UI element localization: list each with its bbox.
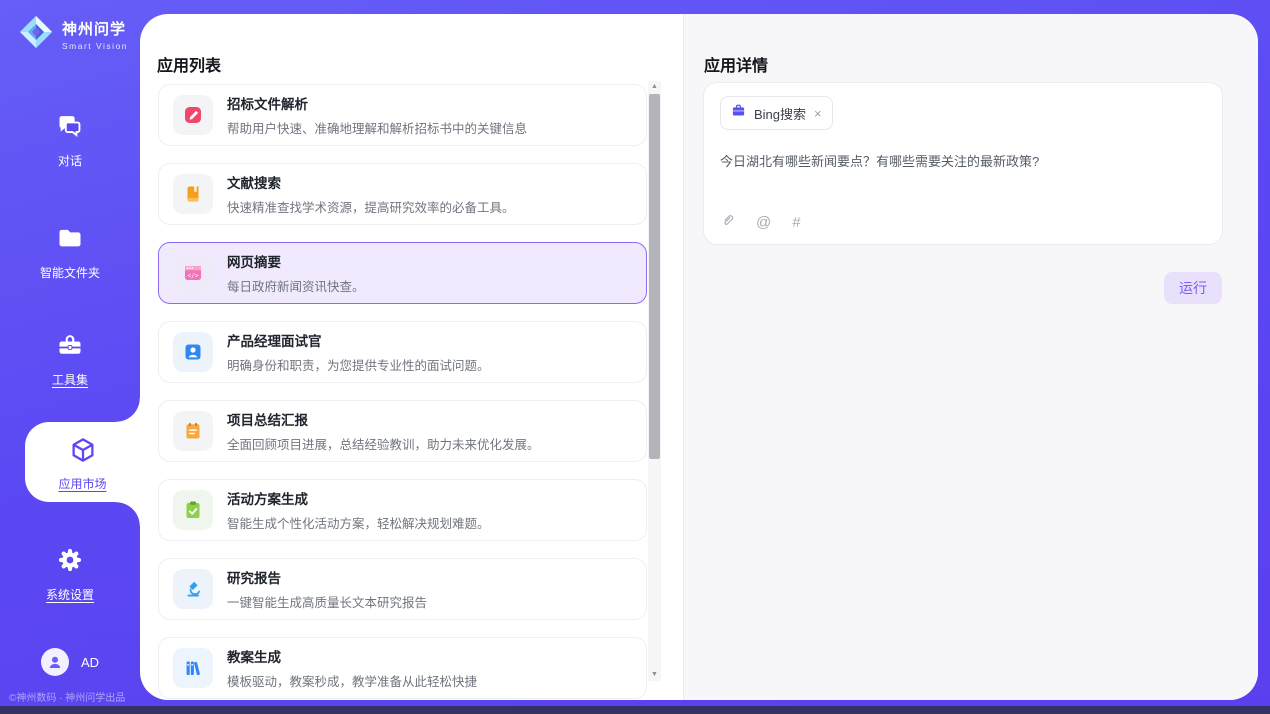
sidebar-item-label: 应用市场 xyxy=(58,475,106,492)
app-card-bid-analysis[interactable]: 招标文件解析 帮助用户快速、准确地理解和解析招标书中的关键信息 xyxy=(158,84,647,146)
user-account[interactable]: AD xyxy=(0,648,140,676)
folder-icon xyxy=(56,224,84,257)
app-card-pm-interviewer[interactable]: 产品经理面试官 明确身份和职责，为您提供专业性的面试问题。 xyxy=(158,321,647,383)
briefcase-icon xyxy=(731,103,746,123)
app-desc: 快速精准查找学术资源，提高研究效率的必备工具。 xyxy=(227,197,515,216)
user-initials: AD xyxy=(81,655,99,670)
app-card-research-report[interactable]: 研究报告 一键智能生成高质量长文本研究报告 xyxy=(158,558,647,620)
diamond-logo-icon xyxy=(18,14,54,55)
sidebar-item-label: 智能文件夹 xyxy=(40,264,100,281)
app-detail-title: 应用详情 xyxy=(704,52,768,76)
microscope-icon xyxy=(173,569,213,609)
mention-icon[interactable]: @ xyxy=(756,214,771,231)
paperclip-icon[interactable] xyxy=(720,212,735,233)
app-desc: 每日政府新闻资讯快查。 xyxy=(227,276,365,295)
composer-toolbar: @ # xyxy=(720,212,801,233)
app-title: 产品经理面试官 xyxy=(227,330,490,350)
main-panel: 应用列表 招标文件解析 帮助用户快速、准确地理解和解析招标书中的关键信息 xyxy=(140,14,1258,700)
scrollbar-down-icon[interactable]: ▼ xyxy=(648,669,661,681)
hash-icon[interactable]: # xyxy=(792,214,800,231)
app-desc: 帮助用户快速、准确地理解和解析招标书中的关键信息 xyxy=(227,118,527,137)
edit-document-icon xyxy=(173,95,213,135)
tool-tag-label: Bing搜索 xyxy=(754,104,806,123)
sidebar-item-smart-folder[interactable]: 智能文件夹 xyxy=(0,224,140,281)
app-title: 网页摘要 xyxy=(227,251,365,271)
bottom-strip xyxy=(0,706,1270,714)
scrollbar-thumb[interactable] xyxy=(649,94,660,459)
books-icon xyxy=(173,648,213,688)
sidebar-item-settings[interactable]: 系统设置 xyxy=(0,546,140,603)
app-title: 文献搜索 xyxy=(227,172,515,192)
brand-name: 神州问学 xyxy=(62,18,128,39)
prompt-composer[interactable]: Bing搜索 × 今日湖北有哪些新闻要点？有哪些需要关注的最新政策? @ # xyxy=(703,82,1223,245)
app-card-literature-search[interactable]: 文献搜索 快速精准查找学术资源，提高研究效率的必备工具。 xyxy=(158,163,647,225)
app-title: 活动方案生成 xyxy=(227,488,490,508)
app-desc: 全面回顾项目进展，总结经验教训，助力未来优化发展。 xyxy=(227,434,540,453)
app-list: 招标文件解析 帮助用户快速、准确地理解和解析招标书中的关键信息 文献搜索 xyxy=(158,84,647,699)
brand-subtitle: Smart Vision xyxy=(62,41,128,51)
run-button[interactable]: 运行 xyxy=(1164,272,1222,304)
gear-icon xyxy=(56,546,84,579)
sidebar-item-label: 系统设置 xyxy=(46,586,94,603)
app-title: 招标文件解析 xyxy=(227,93,527,113)
app-title: 项目总结汇报 xyxy=(227,409,540,429)
sidebar-item-label: 工具集 xyxy=(52,371,88,388)
interviewer-icon xyxy=(173,332,213,372)
book-icon xyxy=(173,174,213,214)
sidebar-item-chat[interactable]: 对话 xyxy=(0,112,140,169)
app-shell: 神州问学 Smart Vision 对话 智能文件夹 xyxy=(0,0,1270,714)
notepad-icon xyxy=(173,411,213,451)
tool-tag-bing-search[interactable]: Bing搜索 × xyxy=(720,96,833,130)
app-desc: 明确身份和职责，为您提供专业性的面试问题。 xyxy=(227,355,490,374)
app-title: 教案生成 xyxy=(227,646,477,666)
svg-text:</>: </> xyxy=(187,272,198,279)
clipboard-check-icon xyxy=(173,490,213,530)
copyright-footer: ©神州数码 · 神州问学出品 xyxy=(9,689,125,704)
app-card-lesson-plan[interactable]: 教案生成 模板驱动，教案秒成，教学准备从此轻松快捷 xyxy=(158,637,647,699)
brand-logo: 神州问学 Smart Vision xyxy=(18,14,128,55)
app-card-project-summary[interactable]: 项目总结汇报 全面回顾项目进展，总结经验教训，助力未来优化发展。 xyxy=(158,400,647,462)
cube-icon xyxy=(68,435,98,470)
app-card-event-plan[interactable]: 活动方案生成 智能生成个性化活动方案，轻松解决规划难题。 xyxy=(158,479,647,541)
app-desc: 一键智能生成高质量长文本研究报告 xyxy=(227,592,427,611)
chat-icon xyxy=(56,112,84,145)
toolbox-icon xyxy=(56,331,84,364)
sidebar: 神州问学 Smart Vision 对话 智能文件夹 xyxy=(0,0,140,714)
avatar[interactable] xyxy=(41,648,69,676)
app-list-title: 应用列表 xyxy=(157,52,221,76)
app-title: 研究报告 xyxy=(227,567,427,587)
app-card-web-summary-selected[interactable]: </> 网页摘要 每日政府新闻资讯快查。 xyxy=(158,242,647,304)
scrollbar-up-icon[interactable]: ▲ xyxy=(648,81,661,93)
close-icon[interactable]: × xyxy=(814,106,822,121)
app-list-section: 应用列表 招标文件解析 帮助用户快速、准确地理解和解析招标书中的关键信息 xyxy=(140,14,683,700)
sidebar-item-label: 对话 xyxy=(58,152,82,169)
app-desc: 智能生成个性化活动方案，轻松解决规划难题。 xyxy=(227,513,490,532)
app-list-scrollbar[interactable]: ▲ ▼ xyxy=(648,81,661,681)
sidebar-item-toolbox[interactable]: 工具集 xyxy=(0,331,140,388)
app-detail-section: 应用详情 Bing搜索 × 今日湖北有哪些新闻要点？有哪些需要关注的最新政策? xyxy=(683,14,1258,700)
query-text[interactable]: 今日湖北有哪些新闻要点？有哪些需要关注的最新政策? xyxy=(720,151,1206,170)
sidebar-item-app-market-active[interactable]: 应用市场 xyxy=(25,422,140,502)
app-desc: 模板驱动，教案秒成，教学准备从此轻松快捷 xyxy=(227,671,477,690)
browser-code-icon: </> xyxy=(173,253,213,293)
